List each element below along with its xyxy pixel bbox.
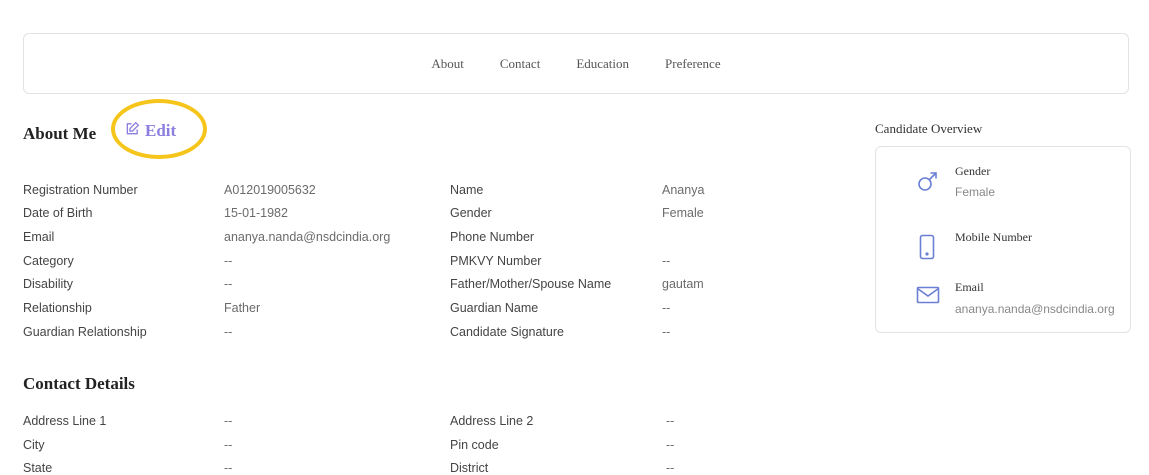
field-value: --: [666, 461, 675, 475]
overview-gender-label: Gender: [955, 164, 991, 178]
overview-email-value: ananya.nanda@nsdcindia.org: [955, 302, 1115, 316]
candidate-overview-card: Gender Female Mobile Number Email ananya…: [875, 146, 1131, 333]
field-value: --: [224, 438, 233, 452]
field-value: --: [224, 414, 233, 428]
male-gender-icon: [916, 169, 940, 198]
field-label: Relationship: [23, 301, 92, 315]
field-value: --: [224, 461, 233, 475]
overview-gender-value: Female: [955, 185, 996, 199]
field-label: Address Line 2: [450, 414, 534, 428]
field-label: Father/Mother/Spouse Name: [450, 277, 612, 291]
tab-preference[interactable]: Preference: [647, 56, 739, 72]
field-value: gautam: [662, 277, 704, 291]
edit-highlight-circle: [111, 99, 207, 159]
tab-about[interactable]: About: [413, 56, 482, 72]
field-label: Registration Number: [23, 183, 138, 197]
field-label: Phone Number: [450, 230, 535, 244]
field-label: Address Line 1: [23, 414, 107, 428]
field-label: Guardian Relationship: [23, 325, 147, 339]
profile-tab-bar: About Contact Education Preference: [23, 33, 1129, 94]
field-value: 15-01-1982: [224, 206, 288, 220]
about-me-title: About Me: [23, 124, 97, 143]
field-value: --: [662, 254, 671, 268]
field-label: Disability: [23, 277, 74, 291]
field-label: State: [23, 461, 53, 475]
field-value: A012019005632: [224, 183, 316, 197]
field-label: PMKVY Number: [450, 254, 542, 268]
field-value: ananya.nanda@nsdcindia.org: [224, 230, 391, 244]
field-label: Name: [450, 183, 484, 197]
field-label: Pin code: [450, 438, 499, 452]
contact-details-title: Contact Details: [23, 374, 135, 393]
field-label: District: [450, 461, 489, 475]
candidate-overview-title: Candidate Overview: [875, 121, 983, 136]
field-value: --: [662, 301, 671, 315]
field-value: --: [224, 254, 233, 268]
field-value: Ananya: [662, 183, 705, 197]
tab-education[interactable]: Education: [558, 56, 647, 72]
field-label: Candidate Signature: [450, 325, 564, 339]
field-value: --: [662, 325, 671, 339]
overview-mobile-label: Mobile Number: [955, 230, 1032, 244]
field-value: --: [224, 325, 233, 339]
overview-email-label: Email: [955, 280, 984, 294]
field-value: --: [666, 438, 675, 452]
tab-contact[interactable]: Contact: [482, 56, 558, 72]
field-value: --: [666, 414, 675, 428]
field-value: Father: [224, 301, 261, 315]
envelope-icon: [916, 286, 940, 309]
field-label: Guardian Name: [450, 301, 539, 315]
field-label: Email: [23, 230, 55, 244]
field-value: Female: [662, 206, 704, 220]
field-label: Date of Birth: [23, 206, 93, 220]
field-label: Gender: [450, 206, 492, 220]
field-value: --: [224, 277, 233, 291]
mobile-phone-icon: [919, 234, 935, 265]
field-label: City: [23, 438, 45, 452]
field-label: Category: [23, 254, 74, 268]
